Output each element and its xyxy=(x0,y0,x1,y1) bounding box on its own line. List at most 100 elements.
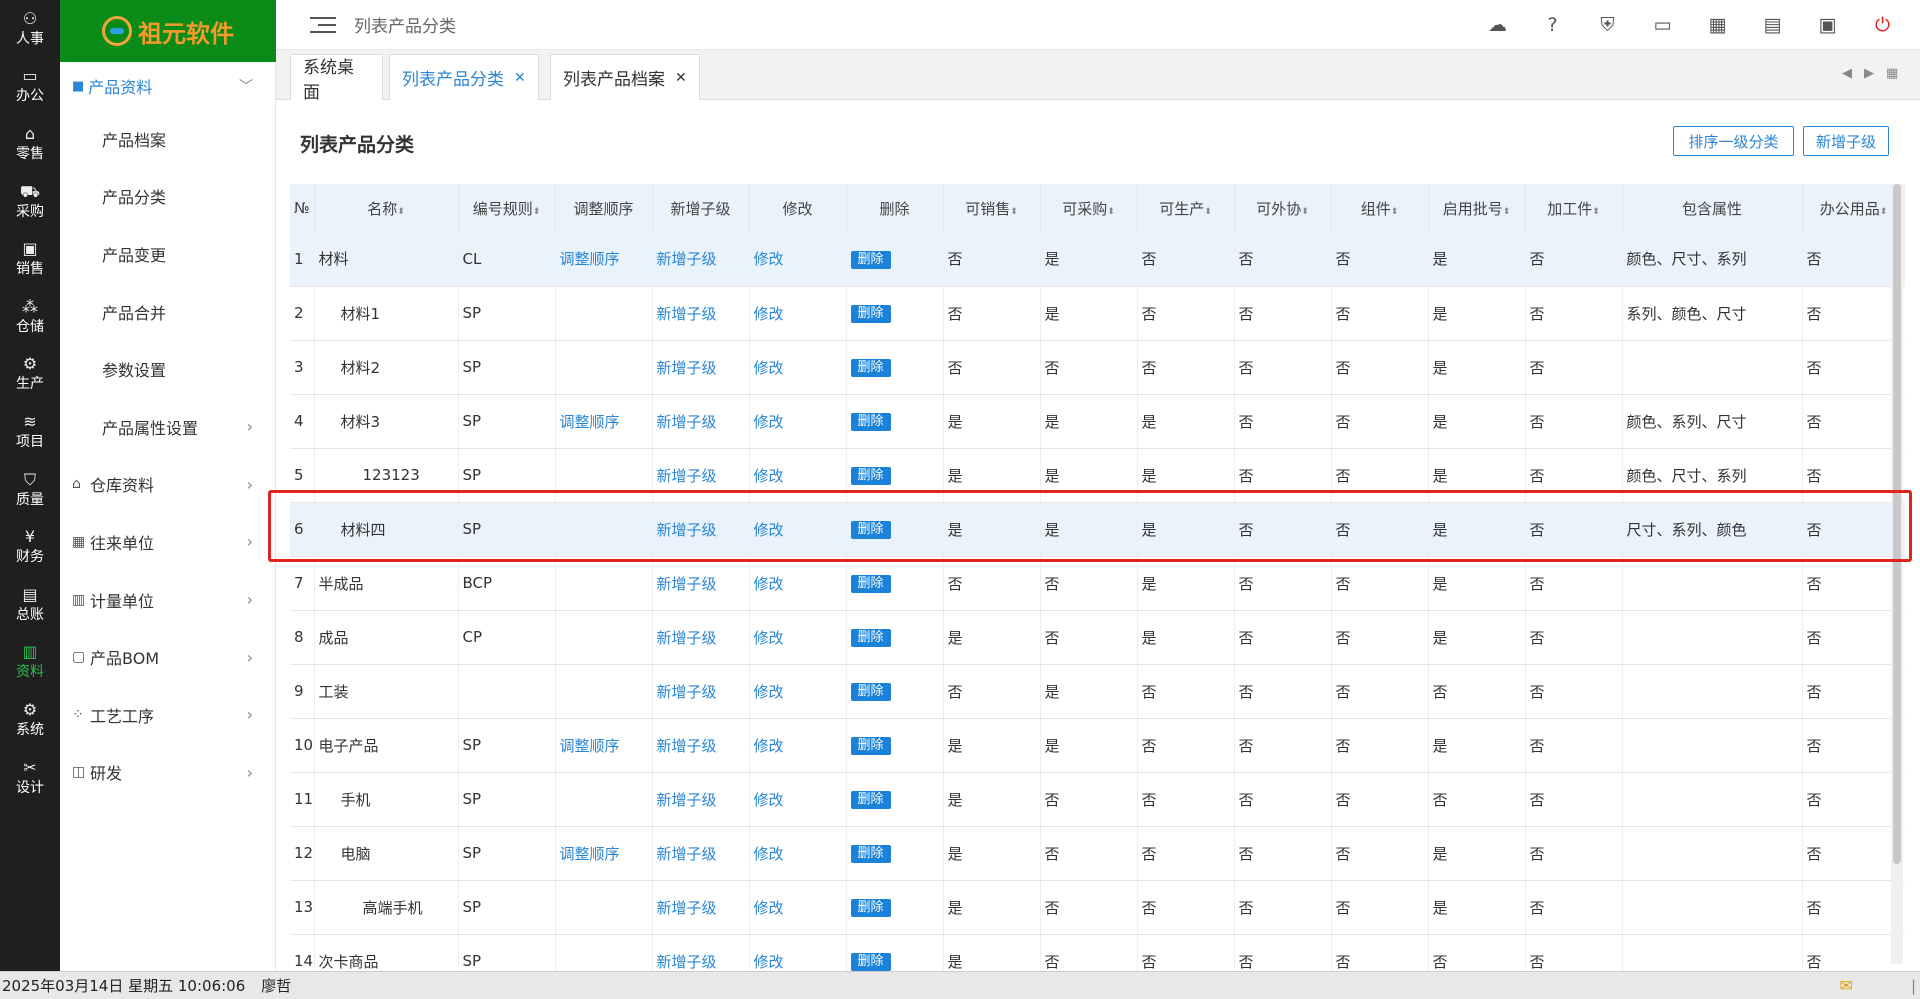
column-header[interactable]: 加工件⬍ xyxy=(1525,184,1623,232)
add-subcategory-link[interactable]: 新增子级 xyxy=(657,575,717,593)
add-subcategory-link[interactable]: 新增子级 xyxy=(657,683,717,701)
cloud-icon[interactable]: ☁ xyxy=(1470,14,1525,36)
delete-button[interactable]: 删除 xyxy=(850,467,891,485)
sidebar-sub-item[interactable]: 参数设置 xyxy=(60,340,275,398)
delete-button[interactable]: 删除 xyxy=(850,629,891,647)
sidebar-group-product-data[interactable]: ■ 产品资料 ﹀ xyxy=(60,62,275,110)
message-icon[interactable]: ✉ xyxy=(1840,976,1853,995)
rail-item-4[interactable]: ▣ 销售 xyxy=(0,230,60,288)
rail-item-6[interactable]: ⚙ 生产 xyxy=(0,346,60,404)
grid-icon[interactable]: ▦ xyxy=(1690,14,1745,36)
sort-icon[interactable]: ⬍ xyxy=(533,207,541,217)
sort-icon[interactable]: ⬍ xyxy=(1391,207,1399,217)
add-subcategory-link[interactable]: 新增子级 xyxy=(657,413,717,431)
close-icon[interactable]: ✕ xyxy=(675,70,687,86)
sidebar-sub-item[interactable]: 产品分类 xyxy=(60,168,275,226)
menu-toggle-icon[interactable] xyxy=(310,16,336,34)
delete-button[interactable]: 删除 xyxy=(850,305,891,323)
reorder-link[interactable]: 调整顺序 xyxy=(560,250,620,268)
add-subcategory-link[interactable]: 新增子级 xyxy=(657,305,717,323)
edit-link[interactable]: 修改 xyxy=(754,250,784,268)
rail-item-5[interactable]: ⁂ 仓储 xyxy=(0,288,60,346)
column-header[interactable]: 组件⬍ xyxy=(1331,184,1429,232)
calendar-icon[interactable]: ▤ xyxy=(1745,14,1800,36)
tab-menu-icon[interactable]: ▦ xyxy=(1886,66,1898,81)
shirt-icon[interactable]: ⛨ xyxy=(1580,14,1635,36)
sort-top-category-button[interactable]: 排序一级分类 xyxy=(1673,126,1794,156)
column-header[interactable]: 可生产⬍ xyxy=(1137,184,1235,232)
edit-link[interactable]: 修改 xyxy=(754,359,784,377)
delete-button[interactable]: 删除 xyxy=(850,413,891,431)
edit-link[interactable]: 修改 xyxy=(754,629,784,647)
add-subcategory-link[interactable]: 新增子级 xyxy=(657,791,717,809)
add-subcategory-link[interactable]: 新增子级 xyxy=(657,629,717,647)
sort-icon[interactable]: ⬍ xyxy=(397,207,405,217)
vertical-scrollbar[interactable] xyxy=(1891,184,1903,964)
sidebar-group[interactable]: ⁘ 工艺工序 › xyxy=(60,686,275,744)
sort-icon[interactable]: ⬍ xyxy=(1503,207,1511,217)
add-subcategory-button[interactable]: 新增子级 xyxy=(1803,126,1889,156)
add-subcategory-link[interactable]: 新增子级 xyxy=(657,953,717,971)
user-card-icon[interactable]: ▣ xyxy=(1800,14,1855,36)
rail-item-13[interactable]: ✂ 设计 xyxy=(0,749,60,807)
rail-item-9[interactable]: ¥ 财务 xyxy=(0,518,60,576)
column-header[interactable]: 可外协⬍ xyxy=(1234,184,1332,232)
sort-icon[interactable]: ⬍ xyxy=(1204,207,1212,217)
sort-icon[interactable]: ⬍ xyxy=(1592,207,1600,217)
delete-button[interactable]: 删除 xyxy=(850,737,891,755)
sidebar-group[interactable]: ▦ 往来单位 › xyxy=(60,513,275,571)
add-subcategory-link[interactable]: 新增子级 xyxy=(657,250,717,268)
close-icon[interactable]: ✕ xyxy=(514,70,526,86)
sidebar-group[interactable]: ⌂ 仓库资料 › xyxy=(60,456,275,514)
rail-item-3[interactable]: ⛟ 采购 xyxy=(0,173,60,231)
edit-link[interactable]: 修改 xyxy=(754,845,784,863)
sort-icon[interactable]: ⬍ xyxy=(1010,207,1018,217)
rail-item-1[interactable]: ▭ 办公 xyxy=(0,58,60,116)
reorder-link[interactable]: 调整顺序 xyxy=(560,413,620,431)
rail-item-2[interactable]: ⌂ 零售 xyxy=(0,115,60,173)
add-subcategory-link[interactable]: 新增子级 xyxy=(657,899,717,917)
tab-prev-icon[interactable]: ◀ xyxy=(1842,66,1852,81)
delete-button[interactable]: 删除 xyxy=(850,250,891,269)
edit-link[interactable]: 修改 xyxy=(754,305,784,323)
reorder-link[interactable]: 调整顺序 xyxy=(560,845,620,863)
delete-button[interactable]: 删除 xyxy=(850,845,891,863)
sort-icon[interactable]: ⬍ xyxy=(1107,207,1115,217)
delete-button[interactable]: 删除 xyxy=(850,575,891,593)
sidebar-group[interactable]: ▢ 产品BOM › xyxy=(60,628,275,686)
tab-product-archive-list[interactable]: 列表产品档案 ✕ xyxy=(550,54,700,100)
window-icon[interactable]: ▭ xyxy=(1635,14,1690,36)
rail-item-11[interactable]: ▥ 资料 xyxy=(0,634,60,692)
add-subcategory-link[interactable]: 新增子级 xyxy=(657,467,717,485)
reorder-link[interactable]: 调整顺序 xyxy=(560,737,620,755)
edit-link[interactable]: 修改 xyxy=(754,683,784,701)
column-header[interactable]: 名称⬍ xyxy=(314,184,459,232)
column-header[interactable]: 可销售⬍ xyxy=(943,184,1041,232)
tab-product-category-list[interactable]: 列表产品分类 ✕ xyxy=(389,54,539,100)
power-icon[interactable]: ⏻ xyxy=(1855,14,1910,36)
column-header[interactable]: 办公用品⬍ xyxy=(1802,184,1905,232)
sidebar-group[interactable]: ▥ 计量单位 › xyxy=(60,571,275,629)
add-subcategory-link[interactable]: 新增子级 xyxy=(657,737,717,755)
edit-link[interactable]: 修改 xyxy=(754,791,784,809)
rail-item-10[interactable]: ▤ 总账 xyxy=(0,576,60,634)
sidebar-sub-item[interactable]: 产品档案 xyxy=(60,110,275,168)
edit-link[interactable]: 修改 xyxy=(754,467,784,485)
delete-button[interactable]: 删除 xyxy=(850,683,891,701)
edit-link[interactable]: 修改 xyxy=(754,413,784,431)
rail-item-7[interactable]: ≋ 项目 xyxy=(0,403,60,461)
tab-next-icon[interactable]: ▶ xyxy=(1864,66,1874,81)
column-header[interactable]: 编号规则⬍ xyxy=(458,184,556,232)
column-header[interactable]: 启用批号⬍ xyxy=(1428,184,1526,232)
edit-link[interactable]: 修改 xyxy=(754,737,784,755)
rail-item-0[interactable]: ⚇ 人事 xyxy=(0,0,60,58)
sort-icon[interactable]: ⬍ xyxy=(1301,207,1309,217)
add-subcategory-link[interactable]: 新增子级 xyxy=(657,845,717,863)
edit-link[interactable]: 修改 xyxy=(754,575,784,593)
rail-item-8[interactable]: ⛉ 质量 xyxy=(0,461,60,519)
rail-item-12[interactable]: ⚙ 系统 xyxy=(0,691,60,749)
column-header[interactable]: 可采购⬍ xyxy=(1040,184,1138,232)
help-icon[interactable]: ? xyxy=(1525,14,1580,36)
sidebar-sub-item[interactable]: 产品变更 xyxy=(60,225,275,283)
delete-button[interactable]: 删除 xyxy=(850,899,891,917)
